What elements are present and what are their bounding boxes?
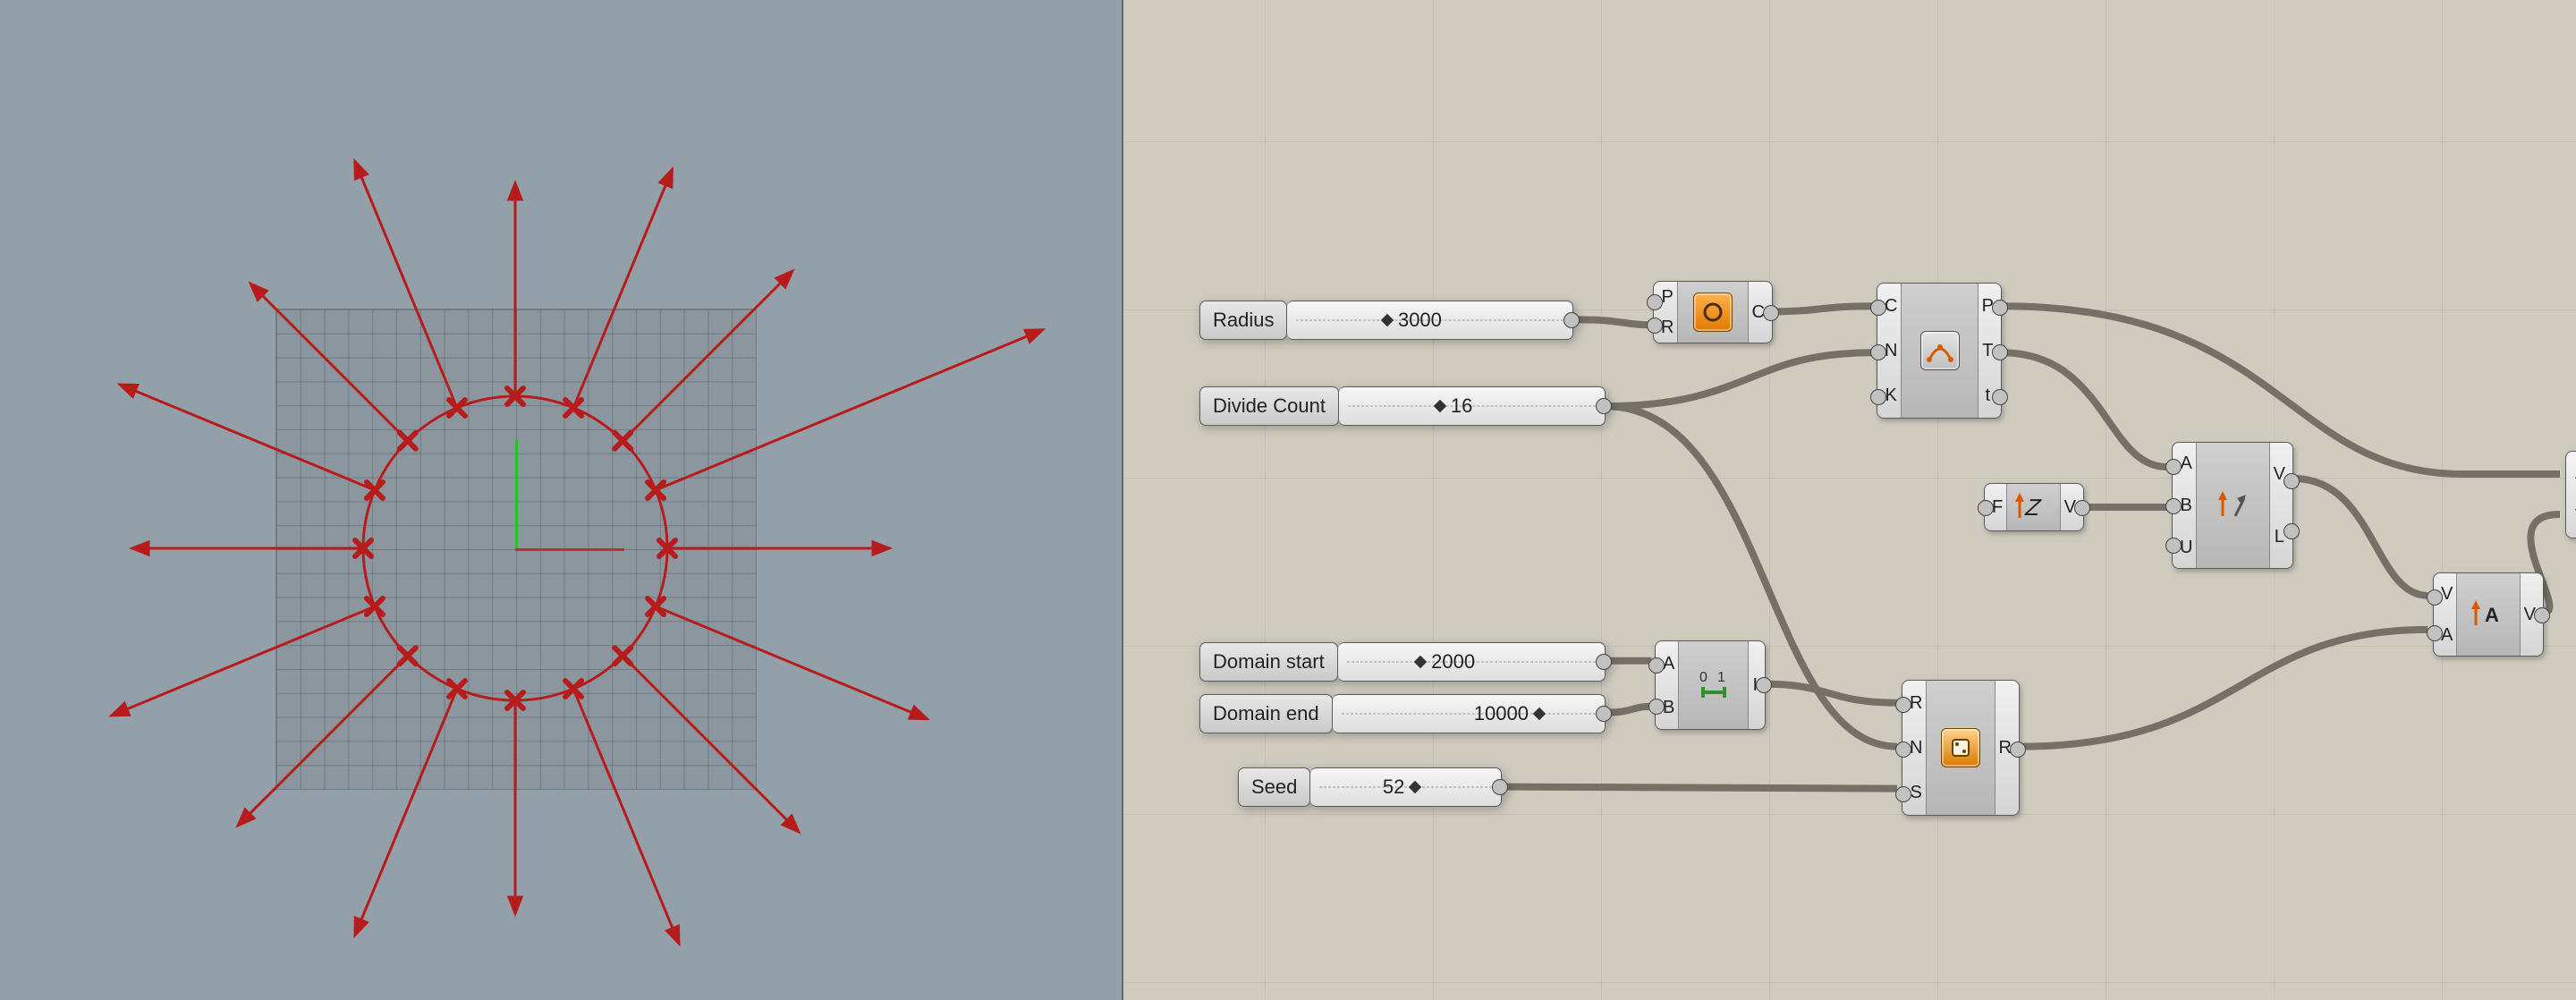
slider-track[interactable]: 3000 — [1287, 301, 1573, 340]
viewport-inner — [0, 0, 1122, 1000]
node-icon-area — [1926, 681, 1995, 815]
port-c[interactable]: C — [1885, 297, 1897, 315]
node-icon-area — [2196, 443, 2269, 568]
port-r[interactable]: R — [1910, 694, 1922, 712]
app-root: Radius 3000 Divide Count 16 Domain start… — [0, 0, 2576, 1000]
node-divide-curve[interactable]: C N K P T t — [1877, 283, 2002, 419]
port-k[interactable]: K — [1885, 386, 1897, 404]
divide-curve-icon — [1920, 331, 1960, 370]
slider-divide-count[interactable]: Divide Count 16 — [1199, 386, 1606, 426]
node-icon-area: A — [2456, 573, 2520, 656]
slider-value: 52 — [1383, 775, 1404, 799]
slider-output-grip[interactable] — [1563, 312, 1580, 328]
node-icon-area — [1677, 282, 1748, 343]
port-n[interactable]: N — [1910, 739, 1922, 757]
ports-in: A V — [2566, 452, 2576, 538]
svg-text:A: A — [2485, 604, 2499, 626]
domain-icon: 01 — [1696, 667, 1732, 703]
slider-track[interactable]: 10000 — [1333, 694, 1606, 733]
axis-x — [515, 548, 624, 551]
port-s[interactable]: S — [1911, 784, 1922, 801]
node-unit-z[interactable]: F Z V — [1984, 483, 2084, 531]
slider-output-grip[interactable] — [1596, 706, 1612, 722]
slider-track[interactable]: 16 — [1339, 386, 1606, 426]
slider-domain-start[interactable]: Domain start 2000 — [1199, 642, 1606, 682]
slider-thumb[interactable] — [1381, 314, 1394, 326]
svg-text:0: 0 — [1699, 670, 1707, 685]
multiply-icon: A — [2470, 598, 2506, 631]
slider-seed[interactable]: Seed 52 — [1238, 767, 1502, 807]
port-u[interactable]: U — [2180, 538, 2192, 556]
port-v[interactable]: V — [2441, 585, 2453, 603]
node-random[interactable]: R N S R — [1902, 680, 2020, 816]
slider-track[interactable]: 2000 — [1338, 642, 1606, 682]
slider-domain-end[interactable]: Domain end 10000 — [1199, 694, 1606, 733]
wires-layer — [1123, 0, 2576, 1000]
ports-out: V L — [2270, 443, 2292, 568]
circle-icon — [1693, 292, 1733, 332]
port-n[interactable]: N — [1885, 342, 1897, 360]
axis-y — [515, 439, 518, 548]
ports-in: V A — [2434, 573, 2456, 656]
node-icon-area — [1901, 284, 1978, 418]
grasshopper-canvas[interactable]: Radius 3000 Divide Count 16 Domain start… — [1123, 0, 2576, 1000]
unit-z-icon: Z — [2024, 494, 2042, 521]
slider-value: 2000 — [1431, 650, 1475, 674]
port-b[interactable]: B — [1663, 699, 1674, 716]
slider-value: 10000 — [1474, 702, 1529, 725]
slider-value: 16 — [1451, 394, 1472, 418]
slider-radius[interactable]: Radius 3000 — [1199, 301, 1573, 340]
slider-label: Divide Count — [1199, 386, 1339, 426]
port-p[interactable]: P — [1662, 288, 1674, 306]
slider-output-grip[interactable] — [1596, 654, 1612, 670]
ports-in: P R — [1654, 282, 1677, 343]
port-a[interactable]: A — [1663, 655, 1674, 673]
slider-thumb[interactable] — [1533, 708, 1546, 720]
slider-thumb[interactable] — [1409, 781, 1421, 793]
node-circle[interactable]: P R C — [1653, 281, 1773, 343]
slider-label: Domain end — [1199, 694, 1333, 733]
slider-track[interactable]: 52 — [1310, 767, 1502, 807]
port-a[interactable]: A — [2441, 626, 2453, 644]
slider-value: 3000 — [1398, 309, 1442, 332]
ports-in: A B — [1656, 641, 1678, 729]
slider-output-grip[interactable] — [1492, 779, 1508, 795]
port-b[interactable]: B — [2181, 496, 2192, 514]
port-a[interactable]: A — [2181, 454, 2192, 472]
random-icon — [1941, 728, 1980, 767]
slider-output-grip[interactable] — [1596, 398, 1612, 414]
slider-label: Domain start — [1199, 642, 1338, 682]
node-icon-area: 01 — [1678, 641, 1749, 729]
port-t2[interactable]: t — [1986, 386, 1991, 404]
svg-text:1: 1 — [1717, 670, 1725, 685]
node-multiply[interactable]: V A A V — [2433, 572, 2544, 657]
slider-label: Radius — [1199, 301, 1287, 340]
rhino-viewport[interactable] — [0, 0, 1123, 1000]
node-amplitude[interactable]: A B U V L — [2172, 442, 2293, 569]
node-construct-domain[interactable]: A B 01 I — [1655, 640, 1766, 730]
slider-label: Seed — [1238, 767, 1310, 807]
node-icon-area: Z — [2006, 484, 2060, 530]
slider-thumb[interactable] — [1414, 656, 1427, 668]
node-vector-display[interactable]: A V — [2565, 451, 2576, 538]
port-r[interactable]: R — [1661, 318, 1674, 336]
slider-thumb[interactable] — [1434, 400, 1446, 412]
amplitude-icon — [2217, 489, 2250, 521]
